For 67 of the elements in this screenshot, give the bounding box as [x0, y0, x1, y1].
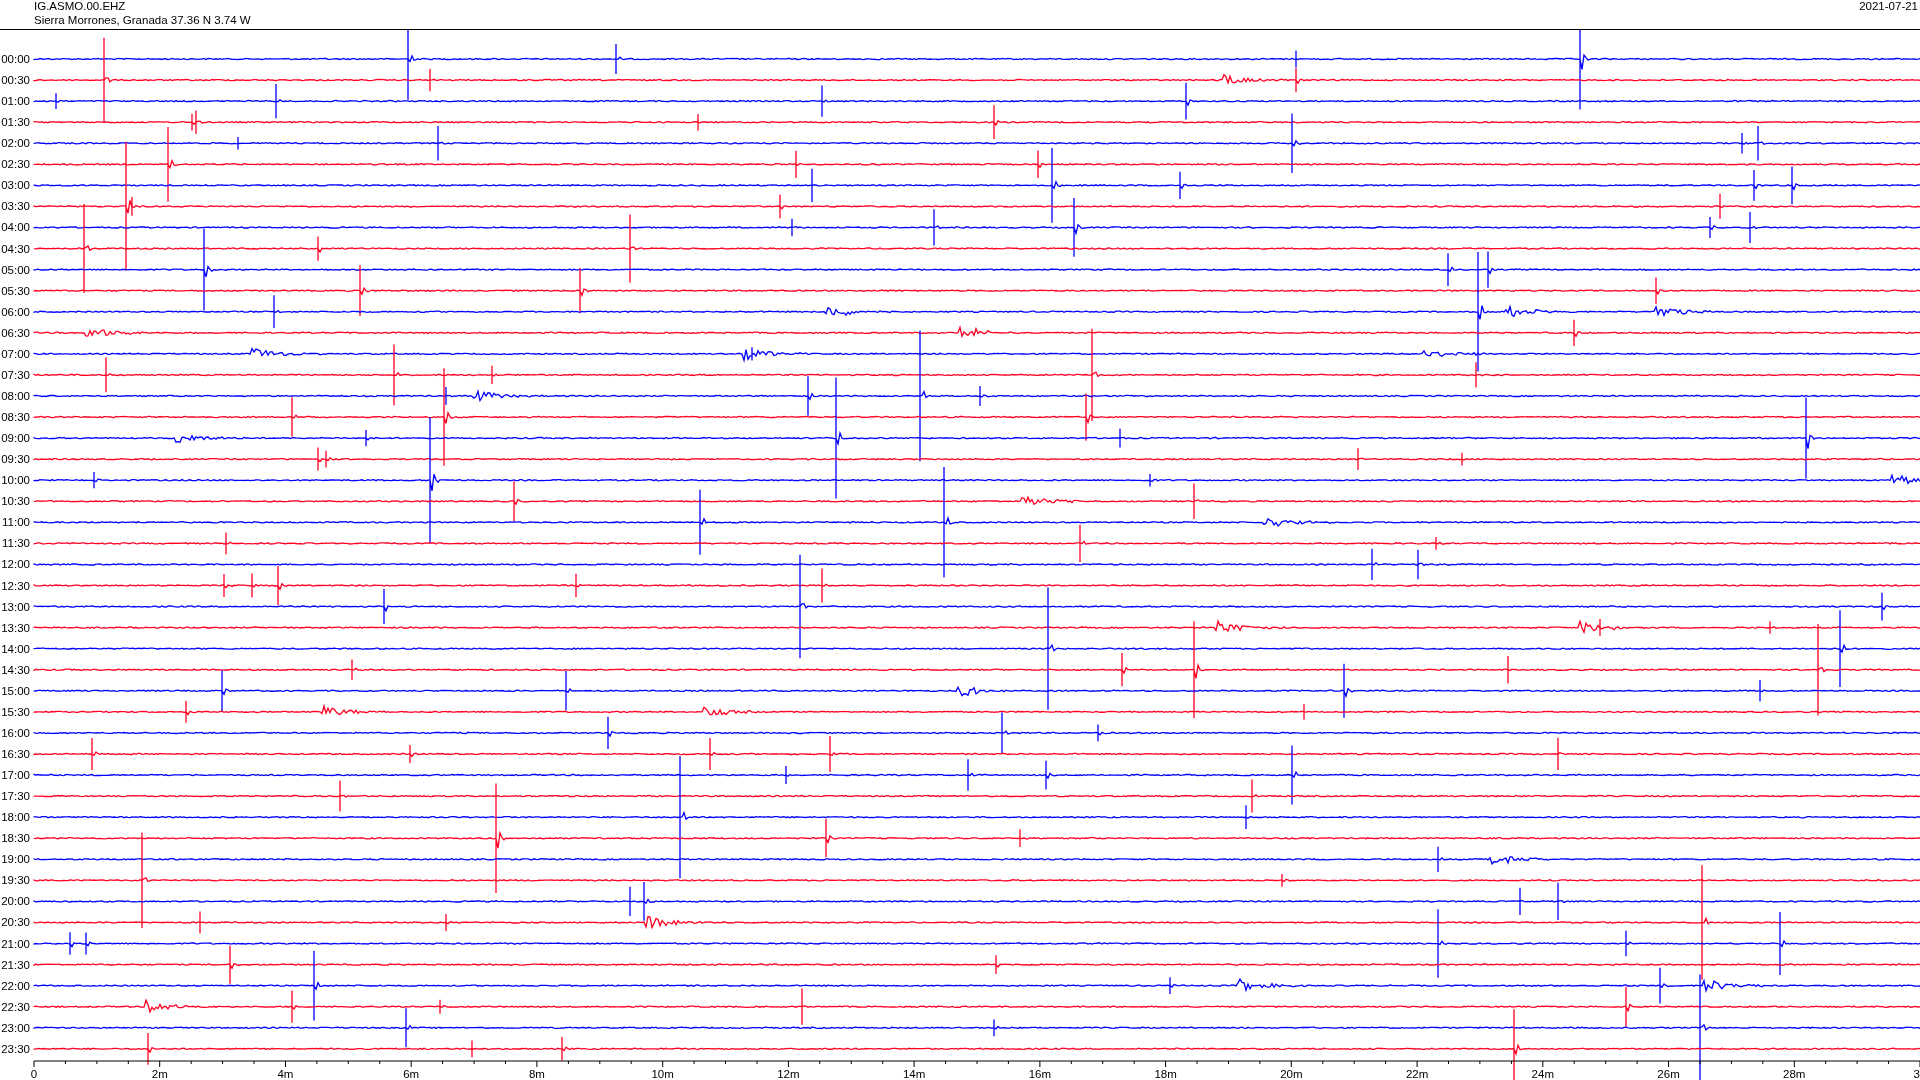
- time-label: 09:30: [1, 453, 30, 466]
- time-label: 04:30: [1, 242, 30, 255]
- time-label: 00:30: [1, 74, 30, 87]
- time-label: 16:30: [1, 748, 30, 760]
- time-label: 14:00: [1, 642, 30, 655]
- time-label: 06:30: [1, 326, 30, 339]
- time-label: 10:00: [1, 474, 30, 487]
- axis-tick-label: 26m: [1657, 1068, 1680, 1080]
- axis-tick-label: 14m: [902, 1068, 926, 1080]
- time-label: 08:30: [1, 411, 30, 423]
- time-label: 07:30: [1, 368, 30, 381]
- time-label: 02:30: [1, 158, 30, 171]
- time-label: 04:00: [1, 221, 30, 234]
- time-label: 02:00: [1, 137, 30, 150]
- axis-tick-label: 0: [30, 1068, 38, 1080]
- axis-tick-label: 8m: [528, 1068, 545, 1080]
- station-location: Sierra Morrones, Granada 37.36 N 3.74 W: [34, 13, 251, 27]
- axis-tick-label: 4m: [277, 1068, 294, 1080]
- time-label: 09:00: [1, 432, 30, 445]
- time-label: 11:00: [2, 516, 30, 529]
- date-label: 2021-07-21: [1859, 0, 1918, 14]
- axis-tick-label: 3: [1913, 1068, 1920, 1080]
- time-label: 03:00: [1, 179, 30, 192]
- time-label: 05:30: [1, 284, 30, 297]
- time-label: 06:00: [1, 305, 30, 318]
- time-label: 21:00: [1, 937, 30, 950]
- axis-tick-label: 18m: [1154, 1068, 1177, 1080]
- axis-tick-label: 22m: [1405, 1068, 1429, 1080]
- time-label: 11:30: [2, 537, 30, 550]
- time-label: 05:00: [1, 263, 30, 276]
- time-label: 14:30: [1, 663, 30, 676]
- time-label: 13:00: [1, 600, 30, 613]
- time-label: 15:30: [1, 705, 30, 718]
- time-label: 19:30: [1, 874, 30, 887]
- time-label: 22:00: [1, 979, 30, 992]
- time-label: 08:00: [1, 389, 30, 402]
- time-label: 01:00: [1, 95, 30, 108]
- axis-tick-label: 24m: [1531, 1068, 1554, 1080]
- time-label: 18:00: [1, 811, 30, 824]
- time-label: 07:00: [1, 347, 30, 360]
- station-code: IG.ASMO.00.EHZ: [34, 0, 127, 14]
- axis-tick-label: 6m: [403, 1068, 420, 1080]
- time-label: 23:00: [1, 1021, 30, 1034]
- time-label: 20:30: [1, 916, 30, 929]
- time-label: 01:30: [1, 116, 30, 129]
- time-label: 20:00: [1, 895, 30, 908]
- time-label: 15:00: [1, 684, 30, 697]
- time-label: 22:30: [1, 1000, 30, 1013]
- axis-tick-label: 28m: [1783, 1068, 1806, 1080]
- time-label: 16:00: [1, 726, 30, 739]
- time-label: 03:30: [1, 200, 30, 213]
- time-label: 00:00: [1, 53, 30, 65]
- time-label: 17:00: [1, 769, 30, 782]
- time-label: 18:30: [1, 832, 30, 845]
- time-label: 17:30: [1, 790, 30, 803]
- axis-tick-label: 16m: [1028, 1068, 1052, 1080]
- time-label: 12:30: [1, 579, 30, 592]
- time-label: 23:30: [1, 1042, 30, 1055]
- time-label: 12:00: [1, 558, 30, 571]
- time-label: 13:30: [1, 621, 30, 634]
- axis-tick-label: 12m: [777, 1068, 800, 1080]
- time-label: 21:30: [1, 958, 30, 971]
- axis-tick-label: 20m: [1280, 1068, 1303, 1080]
- axis-tick-label: 10m: [651, 1068, 674, 1080]
- time-label: 19:00: [1, 853, 30, 866]
- axis-tick-label: 2m: [151, 1068, 168, 1080]
- time-label: 10:30: [1, 495, 30, 508]
